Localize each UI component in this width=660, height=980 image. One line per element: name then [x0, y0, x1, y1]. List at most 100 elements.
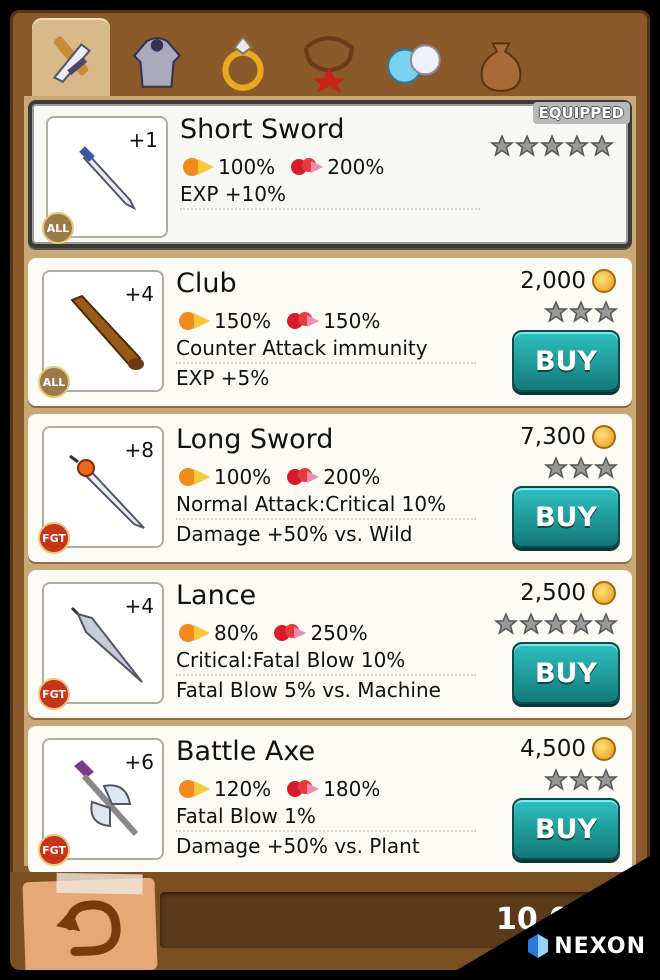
tab-armor[interactable]: [118, 24, 196, 104]
item-effect-2: Damage +50% vs. Wild: [176, 522, 413, 546]
price-value: 4,500: [520, 736, 586, 762]
class-badge: ALL: [38, 366, 70, 398]
item-thumbnail: +4 ALL: [38, 270, 164, 398]
star-icon: [544, 612, 568, 635]
buy-button[interactable]: BUY: [512, 642, 620, 704]
item-stats: 100% 200%: [176, 464, 394, 490]
star-icon: [544, 300, 568, 323]
star-icon: [565, 134, 589, 157]
defense-stat-icon: [287, 780, 320, 797]
item-effect-1: Counter Attack immunity: [176, 336, 476, 364]
item-price: 7,300: [520, 424, 616, 450]
tab-weapon[interactable]: [32, 18, 110, 104]
attack-stat-icon: [179, 780, 210, 798]
defense-value: 200%: [323, 465, 381, 489]
item-effect-2: EXP +5%: [176, 366, 270, 390]
class-badge: FGT: [38, 834, 70, 866]
defense-stat-icon: [287, 468, 320, 485]
item-effect-1: Fatal Blow 1%: [176, 804, 476, 832]
coin-icon: [592, 737, 616, 761]
item-stats: 80% 250%: [176, 620, 382, 646]
ring-icon: [222, 35, 264, 91]
item-thumbnail: +1 ALL: [42, 116, 168, 244]
item-name: Lance: [176, 580, 257, 611]
star-icon: [569, 300, 593, 323]
back-arrow-icon: [55, 900, 121, 957]
tab-gem[interactable]: [376, 24, 454, 104]
gem-icon: [387, 44, 441, 84]
attack-value: 120%: [214, 777, 272, 801]
defense-value: 150%: [323, 309, 381, 333]
coin-icon: [592, 269, 616, 293]
defense-value: 250%: [310, 621, 368, 645]
defense-stat-icon: [274, 624, 307, 641]
buy-button[interactable]: BUY: [512, 330, 620, 392]
nexon-logo-icon: [528, 934, 549, 958]
item-thumbnail: +6 FGT: [38, 738, 164, 866]
rating-stars: [493, 612, 618, 636]
item-card[interactable]: +4 FGT Lance 80% 250% Critical:Fatal Blo…: [28, 570, 632, 718]
item-card[interactable]: +8 FGT Long Sword 100% 200% Normal Attac…: [28, 414, 632, 562]
attack-stat-icon: [179, 312, 210, 330]
star-icon: [590, 134, 614, 157]
necklace-icon: [304, 36, 354, 93]
class-badge: FGT: [38, 522, 70, 554]
star-icon: [519, 612, 543, 635]
item-name: Battle Axe: [176, 736, 316, 767]
item-thumbnail: +4 FGT: [38, 582, 164, 710]
star-icon: [490, 134, 514, 157]
item-list[interactable]: +1 ALL Short Sword 100% 200% EXP +10% EQ…: [24, 96, 636, 874]
attack-stat-icon: [179, 468, 210, 486]
item-thumbnail: +8 FGT: [38, 426, 164, 554]
defense-value: 180%: [323, 777, 381, 801]
class-badge: FGT: [38, 678, 70, 710]
star-icon: [515, 134, 539, 157]
star-icon: [594, 612, 618, 635]
star-icon: [569, 612, 593, 635]
item-stats: 100% 200%: [180, 154, 398, 180]
item-price: 4,500: [520, 736, 616, 762]
rating-stars: [489, 134, 614, 158]
item-card[interactable]: +4 ALL Club 150% 150% Counter Attack imm…: [28, 258, 632, 406]
armor-icon: [132, 37, 182, 88]
star-icon: [494, 612, 518, 635]
long-sword-icon: [69, 454, 145, 529]
bag-icon: [480, 42, 522, 92]
item-effect-2: Damage +50% vs. Plant: [176, 834, 420, 858]
star-icon: [569, 768, 593, 791]
attack-value: 80%: [214, 621, 259, 645]
equipped-badge: EQUIPPED: [532, 102, 630, 124]
item-stats: 150% 150%: [176, 308, 394, 334]
price-value: 7,300: [520, 424, 586, 450]
star-icon: [544, 456, 568, 479]
lance-icon: [70, 606, 143, 683]
defense-value: 200%: [327, 155, 385, 179]
star-icon: [569, 456, 593, 479]
defense-stat-icon: [291, 158, 324, 175]
rating-stars: [543, 300, 618, 324]
short-sword-icon: [79, 146, 137, 211]
attack-value: 100%: [218, 155, 276, 179]
star-icon: [594, 300, 618, 323]
star-icon: [594, 768, 618, 791]
item-price: 2,000: [520, 268, 616, 294]
nexon-logo: NEXON: [526, 932, 646, 960]
tab-ring[interactable]: [204, 24, 282, 104]
tab-necklace[interactable]: [290, 24, 368, 104]
sword-icon: [52, 36, 92, 83]
item-effect-1: Normal Attack:Critical 10%: [176, 492, 476, 520]
buy-button[interactable]: BUY: [512, 486, 620, 548]
item-effect-1: EXP +10%: [180, 182, 480, 210]
item-price: 2,500: [520, 580, 616, 606]
item-card[interactable]: +1 ALL Short Sword 100% 200% EXP +10% EQ…: [28, 100, 632, 248]
item-effect-1: Critical:Fatal Blow 10%: [176, 648, 476, 676]
tape-decoration: [56, 872, 143, 895]
attack-value: 100%: [214, 465, 272, 489]
watermark-corner: [440, 850, 660, 980]
star-icon: [540, 134, 564, 157]
back-button[interactable]: [22, 872, 158, 970]
tab-bag[interactable]: [462, 24, 540, 104]
rating-stars: [543, 456, 618, 480]
rating-stars: [543, 768, 618, 792]
price-value: 2,500: [520, 580, 586, 606]
